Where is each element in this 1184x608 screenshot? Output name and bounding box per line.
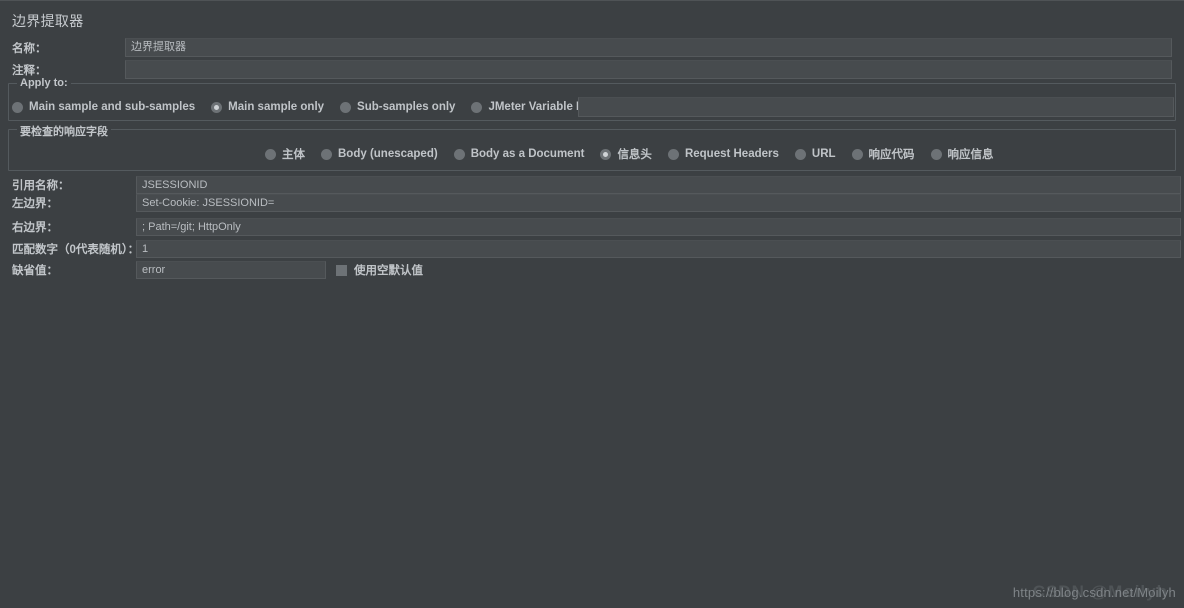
radio-response-headers[interactable]: 信息头	[600, 146, 652, 162]
default-value-input[interactable]: error	[136, 261, 326, 279]
watermark-url: https://blog.csdn.net/Moilyh	[1012, 585, 1176, 600]
radio-label: Body as a Document	[470, 148, 585, 160]
radio-icon	[930, 148, 942, 160]
radio-icon	[851, 148, 863, 160]
radio-label: 主体	[282, 149, 305, 161]
radio-icon	[340, 101, 352, 113]
radio-selected-icon	[211, 101, 223, 113]
match-number-input[interactable]: 1	[136, 240, 1181, 258]
boundary-extractor-panel: 边界提取器 名称： 边界提取器 注释： Apply to: Main sampl…	[0, 0, 1184, 608]
radio-selected-icon	[600, 148, 612, 160]
radio-response-code[interactable]: 响应代码	[851, 146, 915, 162]
radio-label: Sub-samples only	[357, 101, 456, 113]
response-field-radio-group: 主体 Body (unescaped) Body as a Document 信…	[265, 146, 1010, 162]
radio-request-headers[interactable]: Request Headers	[667, 146, 779, 162]
match-number-label: 匹配数字（0代表随机）：	[12, 244, 140, 256]
apply-to-radio-group: Main sample and sub-samples Main sample …	[12, 99, 660, 115]
radio-label: Request Headers	[684, 148, 779, 160]
radio-main-sample-only[interactable]: Main sample only	[211, 99, 324, 115]
radio-icon	[453, 148, 465, 160]
radio-label: 响应信息	[947, 149, 994, 161]
match-number-row: 匹配数字（0代表随机）： 1	[0, 240, 1184, 258]
name-input[interactable]: 边界提取器	[125, 38, 1172, 57]
name-row: 名称： 边界提取器	[0, 38, 1184, 57]
radio-body-as-a-document[interactable]: Body as a Document	[453, 146, 585, 162]
jmeter-variable-name-input[interactable]	[578, 97, 1174, 117]
radio-body[interactable]: 主体	[265, 146, 305, 162]
left-boundary-row: 左边界： Set-Cookie: JSESSIONID=	[0, 194, 1184, 212]
name-label: 名称：	[12, 42, 47, 55]
radio-sub-samples-only[interactable]: Sub-samples only	[340, 99, 455, 115]
radio-label: Body (unescaped)	[338, 148, 438, 160]
radio-icon	[12, 101, 23, 113]
right-boundary-row: 右边界： ; Path=/git; HttpOnly	[0, 218, 1184, 236]
right-boundary-input[interactable]: ; Path=/git; HttpOnly	[136, 218, 1181, 236]
default-value-row: 缺省值： error 使用空默认值	[0, 261, 1184, 279]
radio-main-sample-and-sub-samples[interactable]: Main sample and sub-samples	[12, 99, 195, 115]
apply-to-group-title: Apply to:	[17, 77, 71, 89]
radio-label: Main sample only	[228, 101, 325, 113]
reference-name-row: 引用名称： JSESSIONID	[0, 176, 1184, 194]
comment-input[interactable]	[125, 60, 1172, 79]
radio-body-unescaped[interactable]: Body (unescaped)	[321, 146, 438, 162]
comment-label: 注释：	[12, 64, 47, 77]
radio-url[interactable]: URL	[794, 146, 836, 162]
reference-name-input[interactable]: JSESSIONID	[136, 176, 1181, 194]
radio-icon	[794, 148, 806, 160]
response-field-group-title: 要检查的响应字段	[17, 123, 111, 139]
radio-label: 响应代码	[868, 149, 915, 161]
use-empty-default-checkbox[interactable]: 使用空默认值	[336, 262, 423, 278]
radio-label: URL	[811, 148, 836, 160]
default-value-label: 缺省值：	[12, 265, 58, 277]
radio-label: 信息头	[617, 149, 652, 161]
radio-icon	[667, 148, 679, 160]
comment-row: 注释：	[0, 60, 1184, 79]
right-boundary-label: 右边界：	[12, 222, 58, 234]
use-empty-default-label: 使用空默认值	[354, 265, 423, 277]
page-title: 边界提取器	[12, 13, 84, 29]
left-boundary-label: 左边界：	[12, 198, 58, 210]
radio-icon	[471, 101, 483, 113]
left-boundary-input[interactable]: Set-Cookie: JSESSIONID=	[136, 194, 1181, 212]
radio-label: Main sample and sub-samples	[29, 101, 196, 113]
reference-name-label: 引用名称：	[12, 180, 70, 192]
radio-icon	[321, 148, 332, 160]
checkbox-icon	[336, 264, 347, 276]
radio-response-message[interactable]: 响应信息	[930, 146, 994, 162]
radio-icon	[265, 148, 276, 160]
